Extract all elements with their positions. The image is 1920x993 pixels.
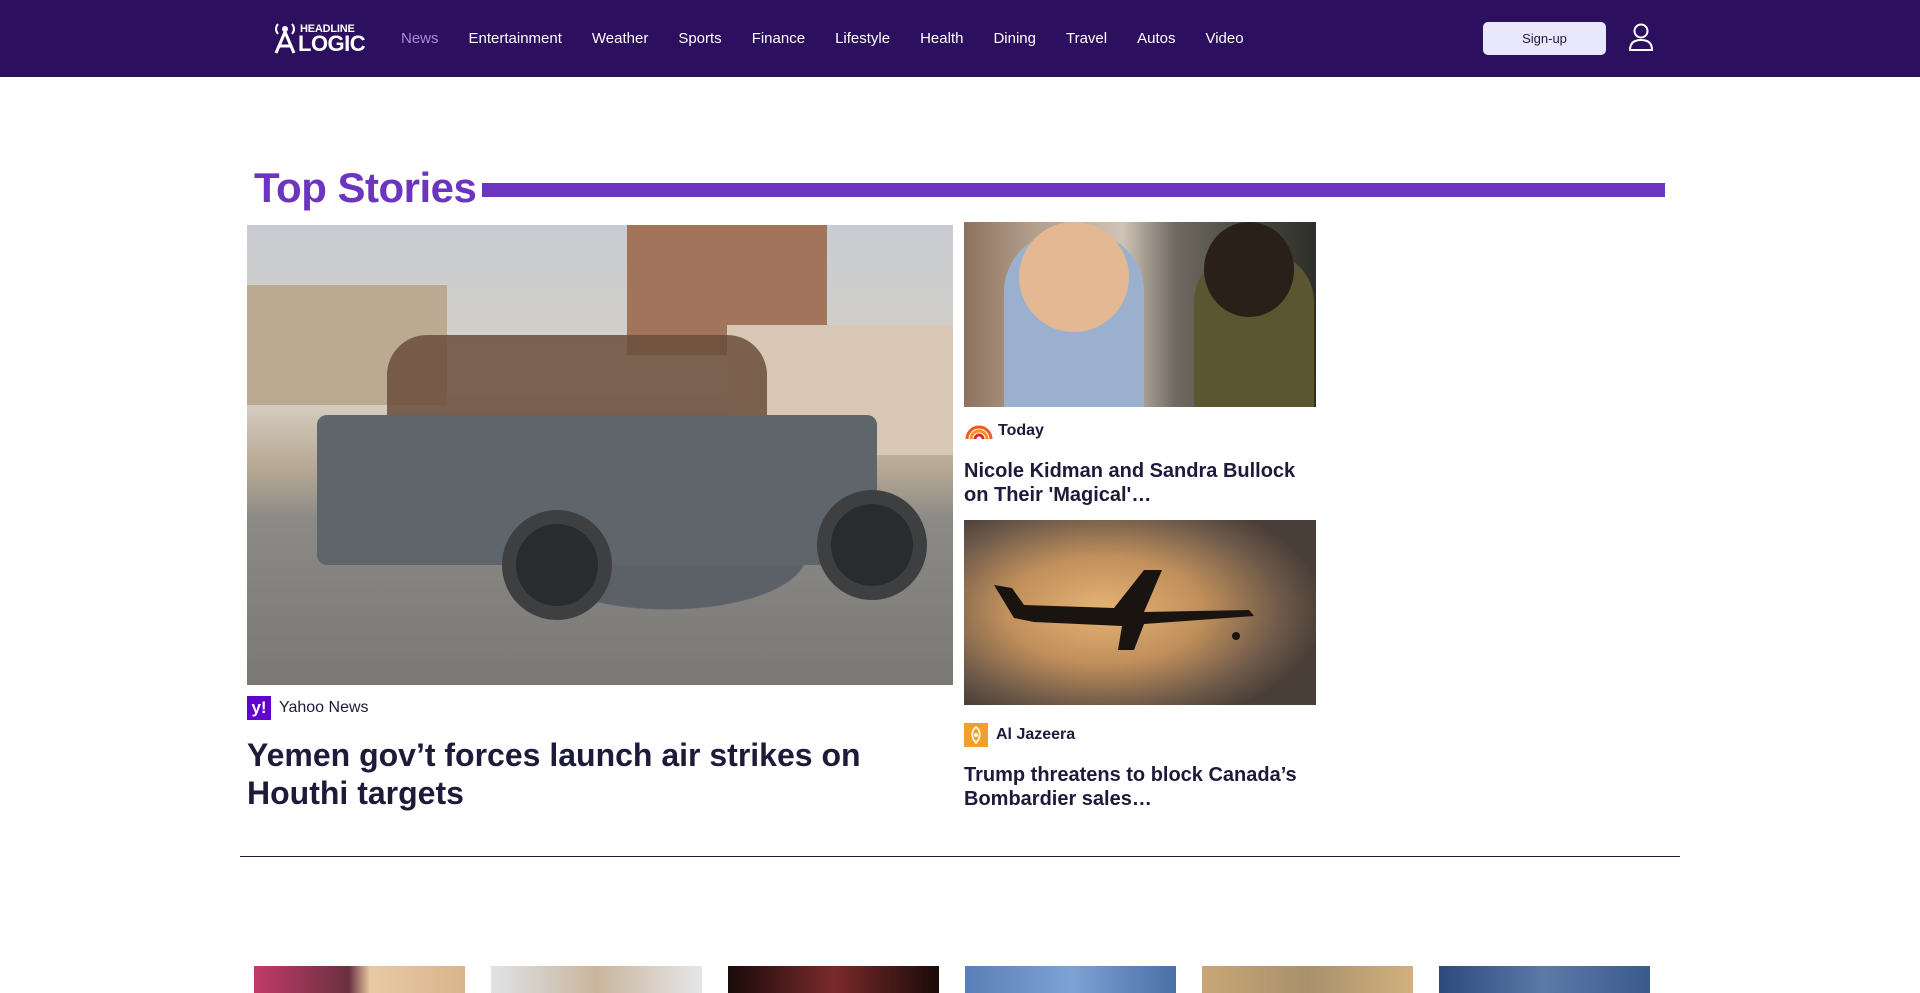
image-head-shape — [1019, 222, 1129, 332]
side-story-source-2[interactable]: Al Jazeera — [964, 723, 1075, 747]
source-name: Today — [998, 422, 1044, 439]
nav-item-news[interactable]: News — [401, 30, 439, 47]
image-wheel-shape — [817, 490, 927, 600]
nav-item-video[interactable]: Video — [1205, 30, 1243, 47]
thumbnail-image[interactable] — [1202, 966, 1413, 993]
nav-item-dining[interactable]: Dining — [993, 30, 1036, 47]
thumbnail-image[interactable] — [1439, 966, 1650, 993]
main-story-headline[interactable]: Yemen gov’t forces launch air strikes on… — [247, 736, 937, 812]
source-name: Yahoo News — [279, 699, 369, 716]
yahoo-icon: y! — [247, 696, 271, 720]
side-story-image-1[interactable] — [964, 222, 1316, 407]
nav-item-health[interactable]: Health — [920, 30, 963, 47]
side-story-source-1[interactable]: Today — [964, 422, 1044, 440]
thumbnail-image[interactable] — [965, 966, 1176, 993]
source-name: Al Jazeera — [996, 726, 1076, 743]
nav-item-lifestyle[interactable]: Lifestyle — [835, 30, 890, 47]
nav-item-finance[interactable]: Finance — [752, 30, 805, 47]
nav-item-entertainment[interactable]: Entertainment — [469, 30, 562, 47]
image-wheel-shape — [502, 510, 612, 620]
top-navigation-bar: HEADLINE LOGIC News Entertainment Weathe… — [0, 0, 1920, 77]
user-icon — [1628, 23, 1654, 51]
main-nav: News Entertainment Weather Sports Financ… — [401, 0, 1274, 77]
section-divider — [240, 856, 1680, 857]
section-title-top-stories: Top Stories — [254, 164, 477, 211]
nav-item-travel[interactable]: Travel — [1066, 30, 1107, 47]
thumbnail-image[interactable] — [491, 966, 702, 993]
signup-button[interactable]: Sign-up — [1483, 22, 1606, 55]
al-jazeera-icon — [964, 723, 988, 747]
nav-item-sports[interactable]: Sports — [678, 30, 721, 47]
image-airplane-shape — [994, 570, 1254, 650]
antenna-logo-icon — [274, 23, 296, 54]
section-title-bar — [482, 183, 1665, 197]
logo-text-bottom: LOGIC — [298, 31, 366, 56]
side-story-image-2[interactable] — [964, 520, 1316, 705]
headline-logic-logo[interactable]: HEADLINE LOGIC — [272, 20, 366, 56]
thumbnail-image[interactable] — [254, 966, 465, 993]
nav-item-autos[interactable]: Autos — [1137, 30, 1175, 47]
today-icon — [965, 425, 993, 440]
main-story-source[interactable]: y! Yahoo News — [247, 696, 369, 720]
user-account-button[interactable] — [1628, 22, 1654, 52]
image-head-shape — [1204, 222, 1294, 317]
thumbnail-image[interactable] — [728, 966, 939, 993]
side-story-headline-1[interactable]: Nicole Kidman and Sandra Bullock on Thei… — [964, 459, 1304, 507]
side-story-headline-2[interactable]: Trump threatens to block Canada’s Bombar… — [964, 763, 1304, 811]
main-story-image[interactable] — [247, 225, 953, 685]
nav-item-weather[interactable]: Weather — [592, 30, 648, 47]
